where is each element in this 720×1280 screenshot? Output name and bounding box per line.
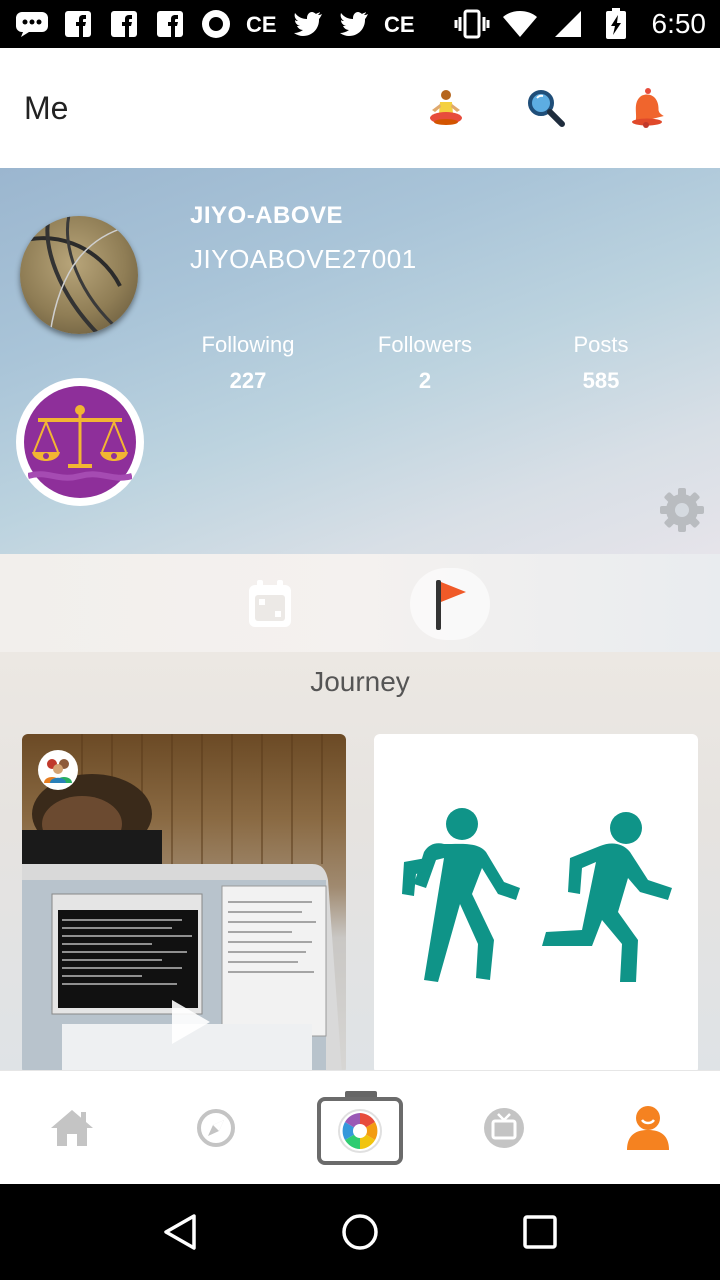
- home-system-button[interactable]: [320, 1192, 400, 1272]
- settings-button[interactable]: [658, 486, 706, 534]
- chat-bubble-icon: [14, 9, 50, 39]
- profile-icon: [627, 1105, 669, 1150]
- svg-text:CE: CE: [246, 12, 277, 37]
- stat-followers[interactable]: Followers 2: [345, 332, 505, 394]
- header-actions: [396, 68, 696, 148]
- profile-tabs: [0, 554, 720, 652]
- gear-icon: [660, 488, 704, 532]
- camera-icon: [317, 1090, 403, 1165]
- recents-button[interactable]: [500, 1192, 580, 1272]
- stat-value: 227: [229, 368, 267, 393]
- screen: CE CE 6:50 Me JIYO-ABOVE JIYOABOVE27001 …: [0, 0, 720, 1280]
- section-title: Journey: [310, 666, 410, 697]
- bell-icon: [632, 88, 664, 128]
- group-icon: [44, 759, 72, 783]
- app-ce-icon: CE: [244, 9, 280, 39]
- notification-icons: CE CE: [14, 9, 418, 39]
- nav-explore[interactable]: [166, 1083, 266, 1173]
- libra-icon: [24, 386, 136, 498]
- system-navigation: [0, 1184, 720, 1280]
- profile-header: JIYO-ABOVE JIYOABOVE27001 Following 227 …: [0, 168, 720, 554]
- stat-label: Followers: [377, 332, 473, 357]
- facebook-icon: [106, 9, 142, 39]
- journey-section: Journey: [0, 652, 720, 1074]
- stat-value: 585: [582, 368, 620, 393]
- tab-calendar[interactable]: [230, 568, 310, 640]
- walk-run-icon: [402, 808, 672, 982]
- stat-value: 2: [418, 368, 432, 393]
- app-header: Me: [0, 48, 720, 168]
- status-bar: CE CE 6:50: [0, 0, 720, 48]
- wifi-icon: [502, 9, 538, 39]
- calendar-icon: [249, 580, 291, 627]
- meditation-icon: [430, 90, 462, 125]
- svg-text:CE: CE: [384, 12, 415, 37]
- battery-charging-icon: [598, 8, 634, 39]
- circle-home-icon: [342, 1214, 378, 1250]
- stat-label: Posts: [573, 332, 629, 357]
- meditation-button[interactable]: [396, 68, 496, 148]
- facebook-icon: [60, 9, 96, 39]
- nav-camera[interactable]: [310, 1083, 410, 1173]
- video-card[interactable]: [22, 734, 346, 1074]
- group-badge: [38, 750, 78, 790]
- compass-icon: [197, 1108, 235, 1147]
- facebook-icon: [152, 9, 188, 39]
- play-button[interactable]: [164, 996, 216, 1048]
- square-recents-icon: [523, 1215, 557, 1249]
- page-title: Me: [24, 89, 69, 126]
- system-icons: 6:50: [454, 8, 707, 40]
- bottom-nav: [0, 1070, 720, 1184]
- zodiac-badge: [16, 378, 144, 506]
- search-button[interactable]: [496, 68, 596, 148]
- app-ce-icon: CE: [382, 9, 418, 39]
- tab-journey[interactable]: [410, 568, 490, 640]
- twitter-icon: [336, 9, 372, 39]
- play-icon: [172, 1000, 210, 1044]
- twitter-icon: [290, 9, 326, 39]
- home-icon: [51, 1109, 93, 1146]
- stat-posts[interactable]: Posts 585: [521, 332, 681, 394]
- nav-tv[interactable]: [454, 1083, 554, 1173]
- clock: 6:50: [651, 8, 707, 39]
- record-icon: [198, 9, 234, 39]
- back-button[interactable]: [140, 1192, 220, 1272]
- search-icon: [528, 90, 565, 127]
- notifications-button[interactable]: [596, 68, 696, 148]
- stat-label: Following: [201, 332, 295, 357]
- back-icon: [164, 1214, 196, 1250]
- vibrate-icon: [454, 9, 490, 39]
- tab-active-indicator: [410, 568, 490, 640]
- flag-icon: [436, 580, 466, 630]
- stat-following[interactable]: Following 227: [168, 332, 328, 394]
- nav-home[interactable]: [22, 1083, 122, 1173]
- display-name: JIYO-ABOVE: [190, 202, 344, 229]
- avatar[interactable]: [20, 216, 138, 334]
- activity-card[interactable]: [374, 734, 698, 1074]
- user-id: JIYOABOVE27001: [190, 244, 417, 274]
- signal-icon: [550, 9, 586, 39]
- tv-icon: [484, 1107, 524, 1148]
- nav-profile[interactable]: [598, 1083, 698, 1173]
